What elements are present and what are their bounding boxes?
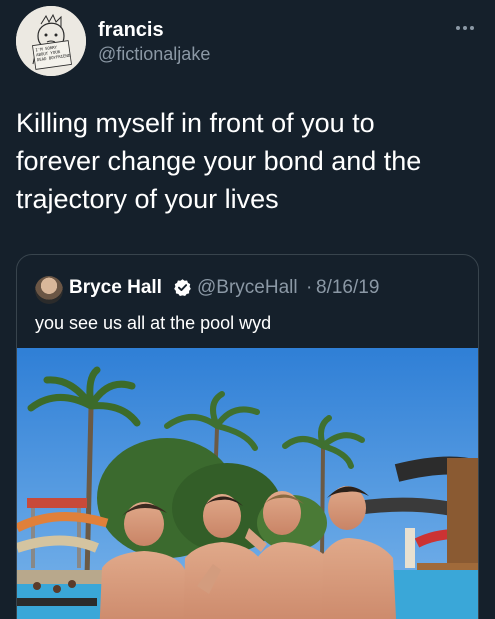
quoted-date[interactable]: 8/16/19 xyxy=(316,277,379,299)
quoted-display-name[interactable]: Bryce Hall xyxy=(69,277,162,299)
tweet-body-text: Killing myself in front of you to foreve… xyxy=(16,108,422,214)
more-horizontal-icon[interactable] xyxy=(455,18,475,36)
author-handle[interactable]: @fictionaljake xyxy=(98,44,210,65)
quoted-separator: · xyxy=(306,277,313,298)
avatar-sketch-image xyxy=(16,6,86,76)
quoted-photo[interactable] xyxy=(17,348,478,619)
author-display-name[interactable]: francis xyxy=(98,19,164,42)
avatar[interactable]: I'M SORRY ABOUT YOUR DEAD BOYFRIEND xyxy=(16,6,86,76)
quoted-avatar[interactable] xyxy=(35,276,63,304)
quoted-handle[interactable]: @BryceHall xyxy=(197,277,298,299)
verified-badge-icon xyxy=(174,279,191,297)
quoted-tweet-card[interactable]: Bryce Hall @BryceHall · 8/16/19 you see … xyxy=(16,254,479,619)
quoted-body-text: you see us all at the pool wyd xyxy=(35,313,272,333)
tweet-screen: I'M SORRY ABOUT YOUR DEAD BOYFRIEND fran… xyxy=(0,0,495,619)
